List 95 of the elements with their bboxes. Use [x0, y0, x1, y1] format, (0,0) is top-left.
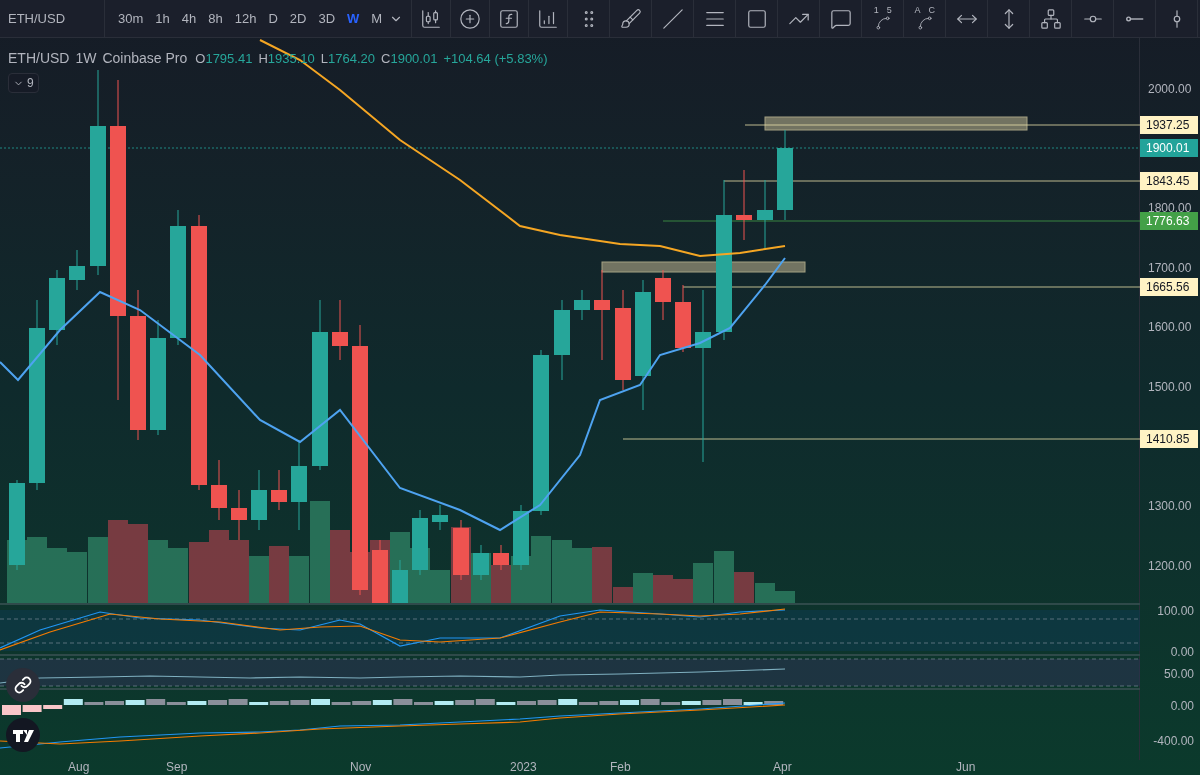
price-tick: 1600.00: [1148, 319, 1192, 336]
time-tick: Aug: [68, 760, 90, 774]
volume-bar: [189, 542, 209, 603]
candle: [655, 269, 671, 321]
price-tick: 1200.00: [1148, 558, 1192, 575]
pattern-mark: C: [928, 6, 935, 15]
time-tick: Jun: [956, 760, 976, 774]
volume-bar: [491, 565, 511, 603]
time-tick: Nov: [350, 760, 372, 774]
legend-interval: 1W: [75, 49, 97, 68]
price-label: 1843.45: [1140, 172, 1198, 190]
interval-button[interactable]: 30m: [113, 5, 149, 32]
price-tick: 1300.00: [1148, 498, 1192, 515]
ohlc-label: C: [381, 49, 391, 68]
candles-icon[interactable]: [420, 7, 443, 30]
interval-button[interactable]: 8h: [203, 5, 228, 32]
interval-button[interactable]: 3D: [313, 5, 341, 32]
time-tick: 2023: [510, 760, 537, 774]
volume-bar: [168, 548, 188, 603]
function-icon[interactable]: [498, 7, 521, 30]
candle: [513, 504, 529, 571]
pattern-icon[interactable]: [873, 15, 892, 31]
candle: [493, 544, 509, 571]
candle: [757, 179, 773, 251]
indicators-icon[interactable]: [537, 7, 560, 30]
volume-bar: [531, 536, 551, 603]
price-label: 1900.01: [1140, 139, 1198, 157]
candle: [271, 469, 287, 511]
candle: [736, 169, 752, 241]
legend-symbol: ETH/USD: [8, 49, 70, 68]
candle: [473, 544, 489, 581]
candle: [211, 459, 227, 521]
callout-icon[interactable]: [829, 7, 852, 30]
volume-bar: [88, 537, 108, 603]
pattern-mark: 5: [886, 6, 892, 15]
time-tick: Apr: [773, 760, 792, 774]
price-label: 1665.56: [1140, 278, 1198, 296]
volume-bar: [148, 540, 168, 603]
interval-button[interactable]: 1h: [150, 5, 175, 32]
symbol-button[interactable]: ETH/USD: [0, 0, 105, 37]
price-tick: 1700.00: [1148, 260, 1192, 277]
ohlc-label: O: [195, 49, 206, 68]
change-value: +104.64 (+5.83%): [443, 49, 548, 68]
candle: [251, 469, 267, 531]
candle: [231, 489, 247, 541]
price-label: 1410.85: [1140, 430, 1198, 448]
ohlc-value: 1764.20: [328, 49, 376, 68]
interval-button[interactable]: 12h: [229, 5, 262, 32]
pattern-mark: A: [914, 6, 921, 15]
pane-tick: -400.00: [1153, 733, 1194, 750]
legend-exchange: Coinbase Pro: [102, 49, 188, 68]
pattern-mark: 1: [873, 6, 879, 15]
interval-button[interactable]: D: [263, 5, 283, 32]
candle: [392, 559, 408, 604]
volume-bar: [67, 552, 87, 603]
pane-tick: 0.00: [1170, 698, 1194, 715]
link-icon[interactable]: [6, 668, 40, 702]
candle: [453, 519, 469, 581]
volume-bar: [249, 556, 269, 603]
volume-bar: [269, 546, 289, 603]
volume-bar: [552, 540, 572, 603]
volume-bar: [653, 575, 673, 603]
candle: [69, 249, 85, 291]
pattern-icon[interactable]: [915, 15, 934, 31]
trend-line-icon[interactable]: [661, 7, 684, 30]
time-tick: Sep: [166, 760, 188, 774]
peaks-icon[interactable]: [1039, 7, 1062, 30]
candle: [675, 284, 691, 353]
ohlc-value: 1795.41: [205, 49, 253, 68]
pane-tick: 0.00: [1170, 644, 1194, 661]
ohlc-value: 1900.01: [390, 49, 438, 68]
candle: [574, 289, 590, 321]
ohlc-label: H: [258, 49, 268, 68]
pane-tick: 100.00: [1157, 603, 1194, 620]
interval-button[interactable]: M: [366, 5, 388, 32]
volume-bar: [572, 548, 592, 603]
candle: [412, 509, 428, 576]
interval-button[interactable]: 4h: [176, 5, 202, 32]
price-label: 1776.63: [1140, 212, 1198, 230]
price-label: 1937.25: [1140, 116, 1198, 134]
ohlc-label: L: [320, 49, 329, 68]
price-tick: 2000.00: [1148, 81, 1192, 98]
add-icon[interactable]: [459, 7, 482, 30]
volume-bar: [229, 540, 249, 603]
price-tick: 1500.00: [1148, 379, 1192, 396]
candle: [332, 299, 348, 361]
interval-button[interactable]: 2D: [284, 5, 312, 32]
histogram-bar: [2, 705, 21, 715]
logo-icon[interactable]: [6, 718, 40, 752]
rectangle-icon[interactable]: [745, 7, 768, 30]
pane-tick: 50.00: [1163, 666, 1194, 683]
brush-icon[interactable]: [619, 7, 642, 30]
indicators-toggle[interactable]: 9: [8, 73, 39, 93]
candle: [432, 504, 448, 531]
time-tick: Feb: [610, 760, 631, 774]
